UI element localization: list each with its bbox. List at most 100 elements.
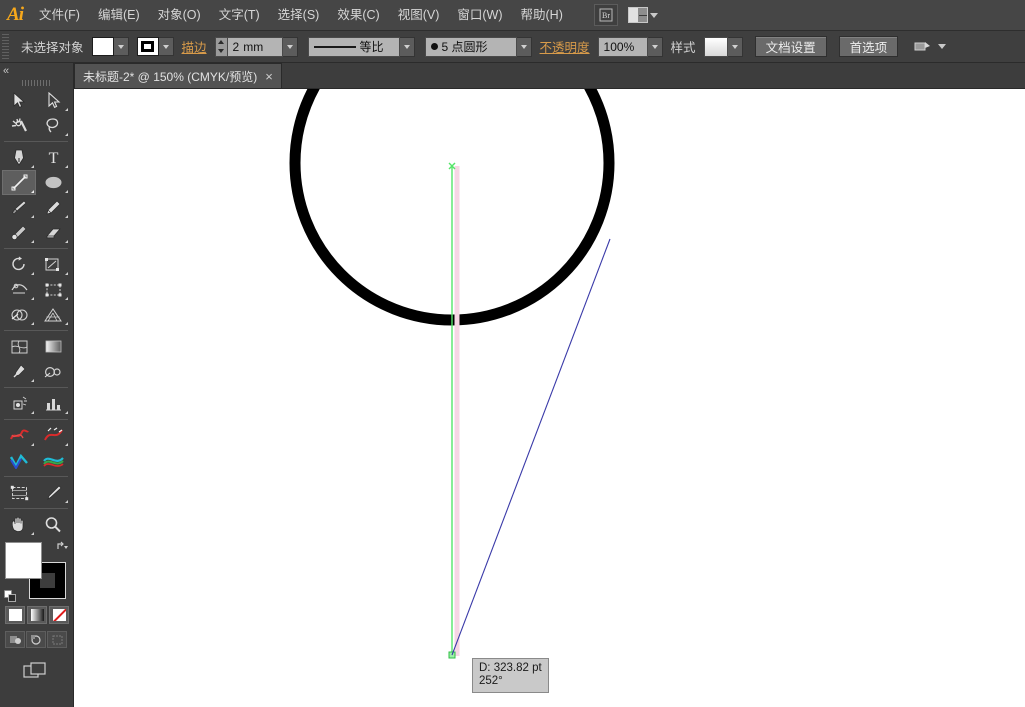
document-tab[interactable]: 未标题-2* @ 150% (CMYK/预览) × [74,63,282,88]
pencil-tool[interactable] [36,195,70,220]
eyedropper-tool[interactable] [2,359,36,384]
paintbrush-tool[interactable] [2,195,36,220]
slice-tool[interactable] [36,480,70,505]
zoom-tool[interactable] [36,512,70,537]
opacity-input[interactable]: 100% [598,37,648,57]
rotate-tool[interactable] [2,252,36,277]
brush-label: 5 点圆形 [442,38,488,55]
menu-help[interactable]: 帮助(H) [512,0,572,31]
width-profile-dropdown[interactable] [400,37,415,57]
collapse-panel-icon[interactable]: « [3,65,8,77]
stroke-weight-input[interactable]: 2 mm [227,37,283,57]
type-tool[interactable]: T [36,145,70,170]
draw-behind-button[interactable] [26,631,46,648]
menu-file[interactable]: 文件(F) [30,0,89,31]
stroke-swatch-group[interactable] [137,37,174,56]
svg-text:T: T [48,150,58,166]
lasso-tool[interactable] [36,113,70,138]
perspective-grid-tool[interactable] [36,302,70,327]
arrange-documents-icon[interactable] [628,4,658,26]
stroke-weight-value: 2 [233,40,240,54]
menu-effect[interactable]: 效果(C) [328,0,388,31]
opacity-dropdown[interactable] [648,37,663,57]
color-blend-wave-tool[interactable] [36,448,70,473]
tools-divider [4,141,68,142]
brush-definition-group[interactable]: 5 点圆形 [425,37,532,57]
shape-builder-tool[interactable] [2,302,36,327]
default-fill-stroke-icon[interactable] [4,590,17,603]
width-profile-select[interactable]: 等比 [308,37,400,57]
stroke-weight-dropdown[interactable] [283,37,298,57]
blob-brush-tool[interactable] [2,220,36,245]
envelope-distort-tool[interactable] [36,423,70,448]
scale-tool[interactable] [36,252,70,277]
brush-select[interactable]: 5 点圆形 [425,37,517,57]
stroke-weight-unit: mm [243,40,263,54]
none-button[interactable] [49,606,69,624]
fill-dropdown-button[interactable] [114,37,129,56]
stepper-up[interactable] [216,38,227,47]
direct-selection-tool[interactable] [36,88,70,113]
graphic-style-swatch[interactable] [704,37,728,57]
artboard-tool[interactable] [2,480,36,505]
align-options-icon[interactable] [912,38,934,56]
fill-swatch[interactable] [92,37,114,56]
menu-select[interactable]: 选择(S) [269,0,329,31]
free-transform-tool[interactable] [36,277,70,302]
tools-panel-grip[interactable] [22,80,52,86]
chevron-down-icon[interactable] [938,44,946,49]
swap-fill-stroke-icon[interactable] [55,539,69,553]
symbol-sprayer-tool[interactable] [2,391,36,416]
stroke-swatch[interactable] [137,37,159,56]
line-segment-tool[interactable] [2,170,36,195]
graphic-style-group[interactable] [704,37,743,57]
fill-swatch-group[interactable] [92,37,129,56]
width-tool[interactable] [2,277,36,302]
change-screen-mode-button[interactable] [22,660,50,682]
brush-icon [431,43,438,50]
gradient-tool[interactable] [36,334,70,359]
brush-dropdown[interactable] [517,37,532,57]
close-icon[interactable]: × [265,70,273,83]
ellipse-tool[interactable] [36,170,70,195]
blend-tool[interactable] [36,359,70,384]
stepper-down[interactable] [216,47,227,56]
mesh-warp-tool[interactable] [2,423,36,448]
menu-object[interactable]: 对象(O) [149,0,210,31]
draw-normal-button[interactable] [5,631,25,648]
stroke-dropdown-button[interactable] [159,37,174,56]
mesh-tool[interactable] [2,334,36,359]
opacity-group[interactable]: 100% [598,37,663,57]
menu-view[interactable]: 视图(V) [389,0,449,31]
artboard-canvas[interactable]: D: 323.82 pt 252° [74,89,1025,707]
toolpanel-fill-swatch[interactable] [5,542,42,579]
preferences-button[interactable]: 首选项 [839,36,899,57]
pen-tool[interactable] [2,145,36,170]
illustrator-window: Ai 文件(F) 编辑(E) 对象(O) 文字(T) 选择(S) 效果(C) 视… [0,0,1025,707]
cyan-wave-tool[interactable] [2,448,36,473]
tools-grid: T [2,88,70,537]
variable-width-profile-group[interactable]: 等比 [308,37,415,57]
magic-wand-tool[interactable] [2,113,36,138]
hand-tool[interactable] [2,512,36,537]
control-bar: 未选择对象 描边 2 mm 等比 [0,31,1025,63]
eraser-tool[interactable] [36,220,70,245]
graphic-style-dropdown[interactable] [728,37,743,57]
selection-tool[interactable] [2,88,36,113]
arrange-glyph [628,7,648,23]
chevron-down-icon [118,45,124,49]
control-bar-grip[interactable] [2,34,9,60]
stroke-weight-group[interactable]: 2 mm [215,37,298,57]
menu-window[interactable]: 窗口(W) [448,0,511,31]
column-graph-tool[interactable] [36,391,70,416]
opacity-label[interactable]: 不透明度 [540,37,590,56]
document-setup-button[interactable]: 文档设置 [755,36,827,57]
gradient-button[interactable] [27,606,47,624]
draw-inside-button[interactable] [47,631,67,648]
chevron-down-icon [163,45,169,49]
stroke-label[interactable]: 描边 [182,37,207,56]
menu-edit[interactable]: 编辑(E) [89,0,149,31]
color-button[interactable] [5,606,25,624]
menu-type[interactable]: 文字(T) [210,0,269,31]
bridge-icon[interactable]: Br [594,4,618,26]
